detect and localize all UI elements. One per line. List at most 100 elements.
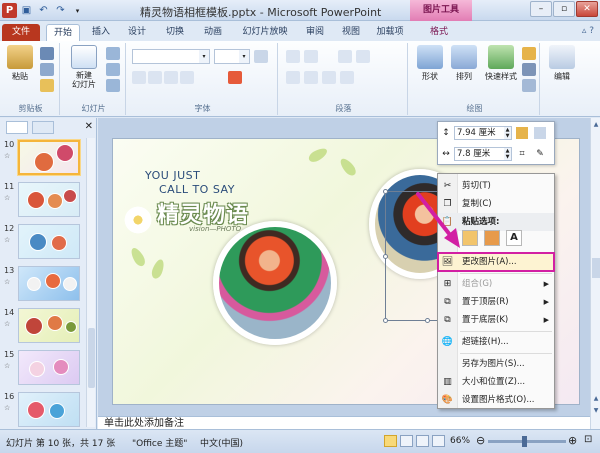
zoom-level[interactable]: 66% (450, 436, 470, 446)
grow-font-icon[interactable] (254, 50, 268, 63)
menu-item-hyperlink[interactable]: 🌐 超链接(H)... (438, 333, 554, 351)
resize-handle[interactable] (383, 254, 388, 259)
bold-icon[interactable] (132, 71, 146, 84)
close-button[interactable]: ✕ (576, 1, 598, 17)
scrollbar-thumb[interactable] (592, 258, 600, 278)
menu-item-size-position[interactable]: ▥ 大小和位置(Z)... (438, 373, 554, 391)
bring-forward-icon[interactable] (516, 127, 528, 139)
format-painter-icon[interactable] (40, 79, 54, 92)
align-left-icon[interactable] (286, 71, 300, 84)
scrollbar-thumb[interactable] (88, 328, 95, 388)
tab-design[interactable]: 设计 (122, 24, 152, 41)
thumbnail-row[interactable]: 13 ☆ (2, 266, 82, 304)
arrange-button[interactable]: 排列 (446, 45, 482, 82)
zoom-in-icon[interactable]: ⊕ (568, 434, 577, 447)
menu-item-send-to-back[interactable]: ⧉ 置于底层(K) ▶ (438, 311, 554, 329)
tab-format[interactable]: 格式 (424, 24, 454, 41)
notes-pane[interactable]: 单击此处添加备注 (98, 416, 590, 429)
slide-sorter-button[interactable] (400, 435, 413, 447)
tab-outline-view[interactable] (32, 121, 54, 134)
align-center-icon[interactable] (304, 71, 318, 84)
italic-icon[interactable] (148, 71, 162, 84)
undo-icon[interactable]: ↶ (36, 3, 51, 18)
slide-thumbnail[interactable] (18, 308, 80, 343)
bullets-icon[interactable] (286, 50, 300, 63)
cut-icon[interactable] (40, 47, 54, 60)
thumbnail-row[interactable]: 16 ☆ (2, 392, 82, 430)
redo-icon[interactable]: ↷ (53, 3, 68, 18)
tab-view[interactable]: 视图 (336, 24, 366, 41)
reading-view-button[interactable] (416, 435, 429, 447)
layout-icon[interactable] (106, 47, 120, 60)
spinner-arrows[interactable]: ▲ ▼ (504, 127, 511, 139)
slide-thumbnail[interactable] (18, 182, 80, 217)
font-name-combo[interactable]: ▾ (132, 49, 210, 64)
send-backward-icon[interactable] (534, 127, 546, 139)
tab-slideshow[interactable]: 幻灯片放映 (236, 24, 294, 41)
justify-icon[interactable] (340, 71, 354, 84)
menu-item-save-as-picture[interactable]: 另存为图片(S)... (438, 355, 554, 373)
save-icon[interactable]: ▣ (19, 3, 34, 18)
menu-item-group[interactable]: ⊞ 组合(G) ▶ (438, 275, 554, 293)
font-color-icon[interactable] (228, 71, 242, 84)
slide-thumbnail[interactable] (18, 224, 80, 259)
reset-icon[interactable] (106, 63, 120, 76)
tab-animations[interactable]: 动画 (198, 24, 228, 41)
slide-scrollbar[interactable]: ▲ ▲ ▼ (590, 118, 600, 429)
paste-picture-icon[interactable] (484, 230, 500, 246)
zoom-slider[interactable] (488, 436, 566, 447)
tab-file[interactable]: 文件 (2, 24, 40, 41)
scroll-up-icon[interactable]: ▲ (592, 120, 600, 130)
shape-outline-icon[interactable] (522, 63, 536, 76)
numbering-icon[interactable] (304, 50, 318, 63)
powerpoint-app-icon[interactable]: P (2, 3, 17, 18)
thumbnail-row[interactable]: 10 ☆ (2, 140, 82, 178)
slide-thumbnail[interactable] (18, 266, 80, 301)
shape-fill-icon[interactable] (522, 47, 536, 60)
thumbnail-row[interactable]: 14 ☆ (2, 308, 82, 346)
zoom-slider-knob[interactable] (522, 436, 527, 447)
zoom-out-icon[interactable]: ⊖ (476, 434, 485, 447)
fit-to-window-icon[interactable]: ⊡ (584, 434, 592, 445)
menu-item-bring-to-front[interactable]: ⧉ 置于顶层(R) ▶ (438, 293, 554, 311)
font-size-combo[interactable]: ▾ (214, 49, 250, 64)
resize-handle[interactable] (425, 318, 430, 323)
maximize-button[interactable]: ▫ (553, 1, 575, 17)
photo-frame-left[interactable] (213, 221, 337, 345)
tab-review[interactable]: 审阅 (300, 24, 330, 41)
shape-effects-icon[interactable] (522, 79, 536, 92)
align-right-icon[interactable] (322, 71, 336, 84)
tab-slides-view[interactable] (6, 121, 28, 134)
slide-text-line2[interactable]: CALL TO SAY (159, 183, 235, 196)
tab-addins[interactable]: 加载项 (372, 24, 408, 41)
new-slide-button[interactable]: 新建 幻灯片 (66, 45, 102, 89)
quick-styles-button[interactable]: 快速样式 (480, 45, 522, 82)
tab-insert[interactable]: 插入 (86, 24, 116, 41)
copy-icon[interactable] (40, 63, 54, 76)
slide-thumbnail[interactable] (18, 140, 80, 175)
shapes-button[interactable]: 形状 (412, 45, 448, 82)
paste-button[interactable]: 粘贴 (2, 45, 38, 82)
decrease-indent-icon[interactable] (338, 50, 352, 63)
slideshow-button[interactable] (432, 435, 445, 447)
paste-text-only-icon[interactable]: A (506, 230, 522, 246)
slide-subtitle[interactable]: vision—PHOTO (189, 225, 241, 233)
tab-transitions[interactable]: 切换 (160, 24, 190, 41)
thumbnail-row[interactable]: 11 ☆ (2, 182, 82, 220)
slide-text-line1[interactable]: YOU JUST (145, 169, 200, 182)
thumbnail-row[interactable]: 12 ☆ (2, 224, 82, 262)
width-spinner[interactable]: 7.8 厘米 ▲ ▼ (454, 147, 512, 161)
section-icon[interactable] (106, 79, 120, 92)
menu-item-format-picture[interactable]: 🎨 设置图片格式(O)... (438, 391, 554, 409)
normal-view-button[interactable] (384, 435, 397, 447)
thumbnail-scrollbar[interactable] (86, 138, 95, 427)
theme-name[interactable]: "Office 主题" (132, 436, 187, 449)
customize-qat-icon[interactable]: ▾ (70, 3, 85, 18)
scroll-down-icon[interactable]: ▼ (592, 406, 600, 416)
close-panel-icon[interactable]: ✕ (85, 121, 93, 132)
slide-thumbnail[interactable] (18, 350, 80, 385)
height-spinner[interactable]: 7.94 厘米 ▲ ▼ (454, 126, 512, 140)
resize-handle[interactable] (383, 189, 388, 194)
scroll-up-icon[interactable]: ▲ (592, 394, 600, 404)
tab-home[interactable]: 开始 (46, 24, 80, 41)
